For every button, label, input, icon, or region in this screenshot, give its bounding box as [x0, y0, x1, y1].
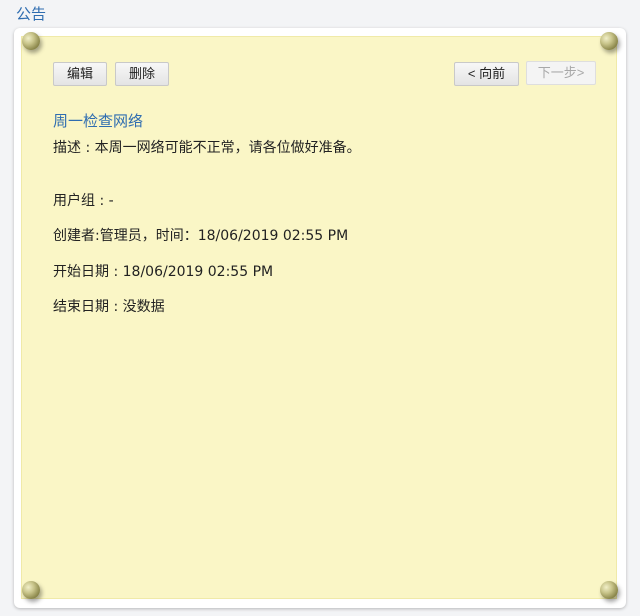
start-date-label: 开始日期 : — [53, 264, 123, 280]
user-group-value: - — [108, 193, 114, 209]
description-label: 描述 : — [53, 140, 95, 156]
creator-value: 管理员 — [99, 228, 142, 244]
pin-icon — [600, 581, 618, 599]
created-time-value: 18/06/2019 02:55 PM — [197, 228, 349, 244]
page-title: 公告 — [16, 5, 47, 23]
notice-title: 周一检查网络 — [53, 112, 144, 130]
time-label: ，时间： — [141, 228, 198, 244]
creator-row: 创建者:管理员，时间：18/06/2019 02:55 PM — [53, 225, 348, 245]
next-button: 下一步> — [526, 61, 596, 85]
pin-icon — [22, 32, 40, 50]
creator-label: 创建者: — [53, 228, 100, 244]
end-date-value: 没数据 — [122, 299, 165, 315]
end-date-label: 结束日期 : — [53, 299, 123, 315]
prev-button[interactable]: < 向前 — [454, 62, 519, 86]
user-group-label: 用户组 : — [53, 193, 109, 209]
notice-description: 描述 : 本周一网络可能不正常，请各位做好准备。 — [53, 137, 361, 157]
start-date-row: 开始日期 : 18/06/2019 02:55 PM — [53, 261, 273, 281]
pin-icon — [600, 32, 618, 50]
user-group-row: 用户组 : - — [53, 190, 114, 210]
description-value: 本周一网络可能不正常，请各位做好准备。 — [94, 140, 361, 156]
end-date-row: 结束日期 : 没数据 — [53, 296, 165, 316]
pin-icon — [22, 581, 40, 599]
delete-button[interactable]: 删除 — [115, 62, 169, 86]
edit-button[interactable]: 编辑 — [53, 62, 107, 86]
start-date-value: 18/06/2019 02:55 PM — [122, 264, 274, 280]
